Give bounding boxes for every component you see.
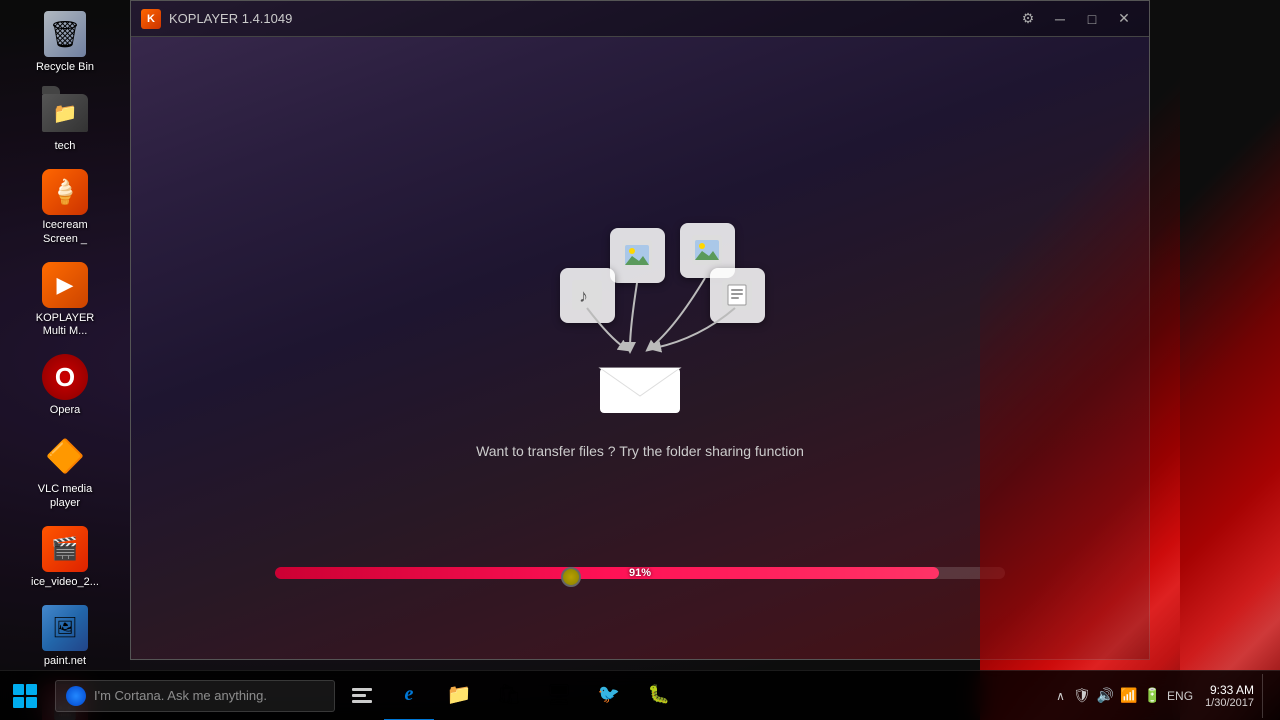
system-tray: ∧ 🛡 🔊 📶 🔋 ENG 9:33 AM 1/30/2017 <box>1042 674 1280 718</box>
battery-tray-icon[interactable]: 🔋 <box>1144 687 1161 704</box>
window-settings-button[interactable]: ⚙ <box>1013 5 1043 33</box>
progress-bar-fill <box>275 567 939 579</box>
progress-bar-background: 91% <box>275 567 1005 579</box>
window-close-button[interactable]: ✕ <box>1109 5 1139 33</box>
language-tray-icon[interactable]: ENG <box>1167 689 1193 703</box>
clock-time: 9:33 AM <box>1210 683 1254 697</box>
show-desktop-button[interactable] <box>1262 674 1270 718</box>
svg-text:♪: ♪ <box>579 286 588 306</box>
koplayer-multi-icon[interactable]: ▶ KOPLAYER Multi M... <box>20 256 110 343</box>
progress-container: 91% <box>275 567 1005 579</box>
window-minimize-button[interactable]: ─ <box>1045 5 1075 33</box>
title-bar: K KOPLAYER 1.4.1049 ⚙ ─ □ ✕ <box>131 1 1149 37</box>
windows-logo-icon <box>13 684 37 708</box>
audio-tray-icon[interactable]: 🔊 <box>1097 687 1114 704</box>
desktop: 🗑 Recycle Bin 📁 tech 🍦 Icecream Screen _… <box>0 0 1280 720</box>
tech-folder-icon[interactable]: 📁 tech <box>20 84 110 158</box>
taskbar-edge[interactable]: e <box>384 671 434 720</box>
file-icons-group: ♪ <box>510 218 770 418</box>
clock-date: 1/30/2017 <box>1205 697 1254 709</box>
start-button[interactable] <box>0 671 50 720</box>
icecream-screen-icon[interactable]: 🍦 Icecream Screen _ <box>20 163 110 250</box>
taskbar-network[interactable]: 🖥 <box>534 671 584 720</box>
task-view-button[interactable] <box>340 671 384 720</box>
progress-label: 91% <box>629 567 651 579</box>
paintnet-icon[interactable]: 🖼 paint.net <box>20 599 110 673</box>
inbox-tray <box>595 338 685 418</box>
taskbar-explorer[interactable]: 📁 <box>434 671 484 720</box>
ice-video-icon[interactable]: 🎬 ice_video_2... <box>20 520 110 594</box>
vlc-icon[interactable]: 🔶 VLC media player <box>20 427 110 514</box>
network-tray-icon[interactable]: 📶 <box>1120 687 1137 704</box>
task-view-icon <box>352 688 372 704</box>
koplayer-window: K KOPLAYER 1.4.1049 ⚙ ─ □ ✕ <box>130 0 1150 660</box>
koplayer-app-icon: K <box>141 9 161 29</box>
window-content: ♪ <box>131 37 1149 659</box>
recycle-bin-icon[interactable]: 🗑 Recycle Bin <box>20 5 110 79</box>
opera-icon[interactable]: O Opera <box>20 348 110 422</box>
cortana-search[interactable]: I'm Cortana. Ask me anything. <box>55 680 335 712</box>
file-transfer-illustration: ♪ <box>476 218 804 459</box>
taskbar: I'm Cortana. Ask me anything. e 📁 🛍 🖥 <box>0 670 1280 720</box>
notification-expand[interactable]: ∧ <box>1052 685 1069 707</box>
transfer-text: Want to transfer files ? Try the folder … <box>476 443 804 459</box>
tray-icons: 🛡 🔊 📶 🔋 ENG <box>1073 687 1193 704</box>
document-file-icon <box>710 268 765 323</box>
taskbar-store[interactable]: 🛍 <box>484 671 534 720</box>
cortana-icon <box>66 686 86 706</box>
window-maximize-button[interactable]: □ <box>1077 5 1107 33</box>
taskbar-app2[interactable]: 🐛 <box>634 671 684 720</box>
window-title: KOPLAYER 1.4.1049 <box>169 11 1013 26</box>
antivirus-tray-icon[interactable]: 🛡 <box>1073 687 1091 704</box>
taskbar-app1[interactable]: 🐦 <box>584 671 634 720</box>
window-controls: ⚙ ─ □ ✕ <box>1013 5 1139 33</box>
desktop-icons-panel: 🗑 Recycle Bin 📁 tech 🍦 Icecream Screen _… <box>0 0 130 670</box>
taskbar-apps: e 📁 🛍 🖥 🐦 🐛 <box>384 671 1042 720</box>
cortana-placeholder: I'm Cortana. Ask me anything. <box>94 688 267 703</box>
music-file-icon: ♪ <box>560 268 615 323</box>
photo-file-icon <box>610 228 665 283</box>
system-clock[interactable]: 9:33 AM 1/30/2017 <box>1205 683 1254 709</box>
